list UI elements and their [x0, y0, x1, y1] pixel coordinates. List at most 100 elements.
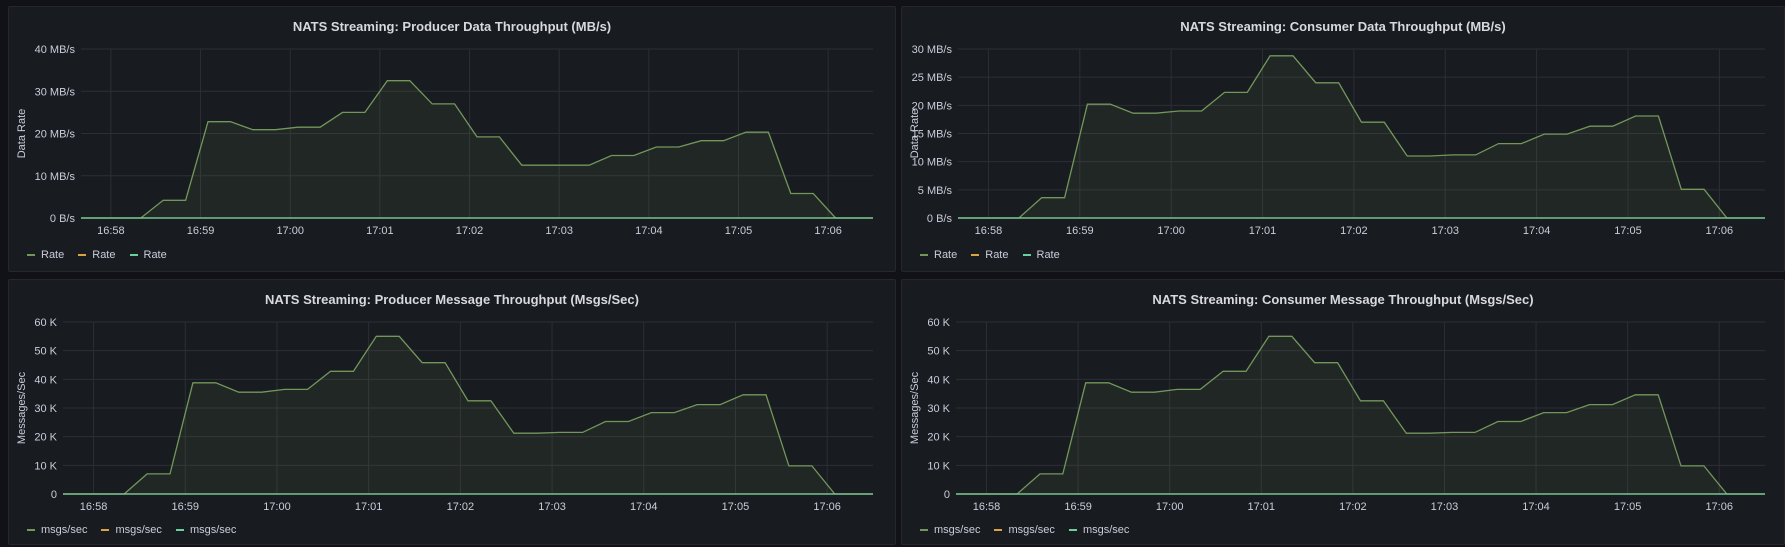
y-tick-label: 20 MB/s	[35, 129, 76, 141]
legend-item[interactable]: msgs/sec	[994, 524, 1055, 536]
legend-item[interactable]: Rate	[920, 249, 957, 261]
legend-item[interactable]: Rate	[1022, 249, 1060, 261]
x-tick-label: 17:04	[1522, 501, 1550, 513]
x-tick-label: 17:02	[1340, 225, 1368, 237]
legend-item[interactable]: msgs/sec	[27, 524, 87, 536]
chart[interactable]: 0 10 K 20 K 30 K 40 K 50 K 60 K 16:58 16:59 17:00…	[902, 280, 1785, 546]
y-tick-label: 40 K	[34, 374, 57, 386]
legend-swatch	[1022, 254, 1031, 256]
x-tick-label: 17:04	[1523, 225, 1551, 237]
x-tick-label: 17:01	[1248, 501, 1276, 513]
legend-item[interactable]: Rate	[27, 249, 64, 261]
legend: Rate Rate Rate	[920, 249, 1060, 261]
y-axis-label: Data Rate	[909, 109, 921, 159]
legend-label: msgs/sec	[115, 524, 162, 536]
panel-producer-data-throughput[interactable]: NATS Streaming: Producer Data Throughput…	[8, 6, 896, 272]
y-tick-label: 60 K	[34, 317, 57, 329]
x-tick-label: 16:59	[171, 501, 199, 513]
x-tick-label: 17:03	[1431, 501, 1459, 513]
y-tick-label: 0 B/s	[50, 213, 76, 225]
panel-consumer-message-throughput[interactable]: NATS Streaming: Consumer Message Through…	[901, 279, 1785, 545]
x-tick-label: 17:03	[538, 501, 566, 513]
x-tick-label: 16:59	[1066, 225, 1094, 237]
y-tick-label: 0	[51, 489, 57, 501]
y-tick-label: 10 K	[927, 460, 950, 472]
x-tick-label: 16:58	[97, 225, 125, 237]
legend-swatch	[27, 254, 35, 256]
legend-swatch	[101, 529, 110, 531]
x-tick-label: 17:01	[1249, 225, 1277, 237]
legend-label: msgs/sec	[41, 524, 88, 536]
x-tick-label: 16:58	[975, 225, 1003, 237]
legend: Rate Rate Rate	[27, 249, 167, 261]
y-tick-label: 0 B/s	[927, 213, 953, 225]
legend-swatch	[129, 254, 138, 256]
x-tick-label: 17:00	[1157, 225, 1185, 237]
x-tick-label: 16:58	[973, 501, 1001, 513]
x-tick-label: 17:01	[366, 225, 394, 237]
legend-label: msgs/sec	[189, 524, 237, 536]
legend-item[interactable]: msgs/sec	[920, 524, 980, 536]
legend-item[interactable]: msgs/sec	[1068, 524, 1130, 536]
legend-label: Rate	[1036, 249, 1060, 261]
legend-label: Rate	[41, 249, 65, 261]
legend: msgs/sec msgs/sec msgs/sec	[920, 524, 1129, 536]
x-tick-label: 16:59	[1064, 501, 1092, 513]
legend-swatch	[994, 529, 1003, 531]
legend-item[interactable]: Rate	[971, 249, 1009, 261]
legend-item[interactable]: Rate	[129, 249, 167, 261]
x-tick-label: 17:06	[1706, 225, 1734, 237]
y-tick-label: 5 MB/s	[918, 185, 953, 197]
legend-swatch	[971, 254, 980, 256]
y-tick-label: 20 K	[927, 432, 950, 444]
x-tick-label: 17:03	[545, 225, 573, 237]
y-tick-label: 50 K	[34, 346, 57, 358]
x-tick-label: 16:58	[80, 501, 108, 513]
legend-label: msgs/sec	[1082, 524, 1130, 536]
legend: msgs/sec msgs/sec msgs/sec	[27, 524, 236, 536]
y-tick-label: 10 MB/s	[35, 171, 76, 183]
legend-swatch	[920, 529, 928, 531]
y-tick-label: 30 MB/s	[35, 86, 76, 98]
chart[interactable]: 0 10 K 20 K 30 K 40 K 50 K 60 K 16:58 16:59 17:00…	[9, 280, 897, 546]
x-tick-label: 17:00	[1156, 501, 1184, 513]
legend-item[interactable]: Rate	[78, 249, 116, 261]
y-axis-label: Messages/Sec	[16, 371, 28, 444]
x-tick-label: 17:00	[276, 225, 304, 237]
legend-item[interactable]: msgs/sec	[101, 524, 162, 536]
y-tick-label: 30 MB/s	[912, 44, 953, 56]
x-tick-label: 17:02	[1339, 501, 1367, 513]
legend-swatch	[78, 254, 87, 256]
legend-label: msgs/sec	[934, 524, 981, 536]
x-tick-label: 17:06	[1705, 501, 1733, 513]
x-tick-label: 17:01	[355, 501, 383, 513]
x-tick-label: 17:04	[630, 501, 658, 513]
x-tick-label: 17:05	[1614, 501, 1642, 513]
x-tick-label: 17:05	[725, 225, 753, 237]
x-tick-label: 17:03	[1431, 225, 1459, 237]
panel-producer-message-throughput[interactable]: NATS Streaming: Producer Message Through…	[8, 279, 896, 545]
legend-label: Rate	[934, 249, 958, 261]
chart[interactable]: 0 B/s5 MB/s10 MB/s15 MB/s20 MB/s25 MB/s3…	[902, 7, 1785, 273]
legend-item[interactable]: msgs/sec	[175, 524, 237, 536]
chart[interactable]: 0 B/s 10 MB/s 20 MB/s 30 MB/s 40 MB/s 16:58 16…	[9, 7, 897, 273]
x-tick-label: 17:00	[263, 501, 291, 513]
y-axis-label: Data Rate	[16, 109, 28, 159]
y-tick-label: 30 K	[34, 403, 57, 415]
x-tick-label: 17:06	[813, 501, 841, 513]
x-tick-label: 17:02	[456, 225, 484, 237]
y-tick-label: 40 K	[927, 374, 950, 386]
y-tick-label: 50 K	[927, 346, 950, 358]
panel-consumer-data-throughput[interactable]: NATS Streaming: Consumer Data Throughput…	[901, 6, 1785, 272]
y-tick-label: 30 K	[927, 403, 950, 415]
x-tick-label: 16:59	[187, 225, 215, 237]
y-tick-label: 10 K	[34, 460, 57, 472]
legend-label: Rate	[143, 249, 167, 261]
legend-swatch	[920, 254, 928, 256]
x-tick-label: 17:05	[722, 501, 750, 513]
legend-swatch	[27, 529, 35, 531]
y-tick-label: 60 K	[927, 317, 950, 329]
legend-swatch	[1068, 529, 1077, 531]
legend-label: Rate	[985, 249, 1009, 261]
x-tick-label: 17:05	[1614, 225, 1642, 237]
